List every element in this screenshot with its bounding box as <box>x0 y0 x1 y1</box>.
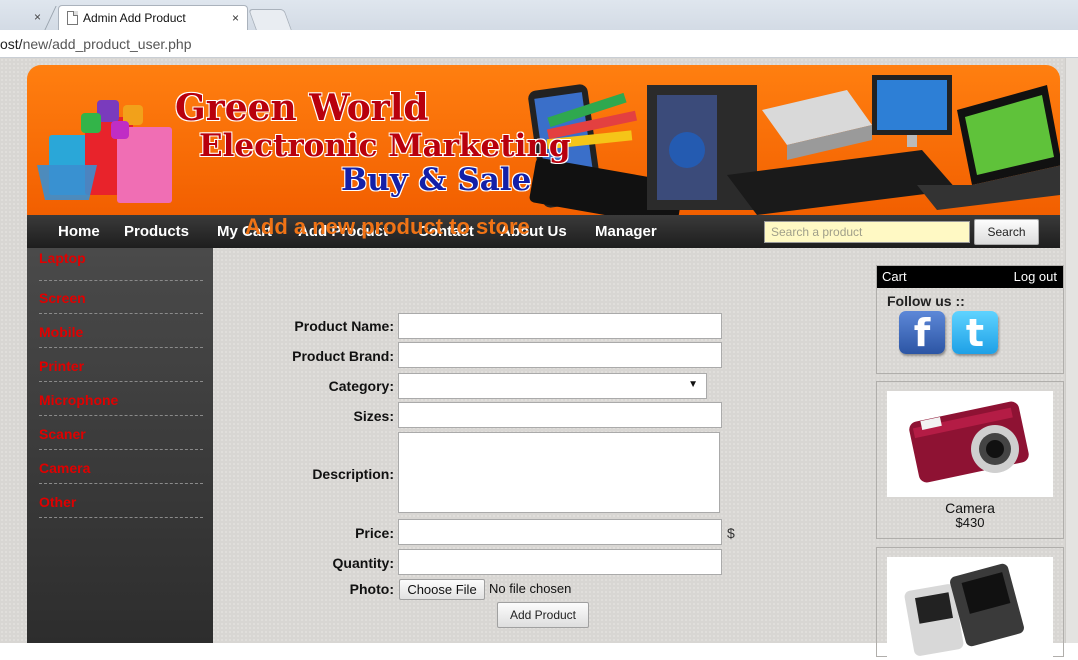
add-product-button[interactable]: Add Product <box>497 602 589 628</box>
quantity-label: Quantity: <box>332 555 394 571</box>
dropdown-arrow-icon: ▼ <box>688 379 698 390</box>
sizes-label: Sizes: <box>353 408 394 424</box>
site-title-line3: Buy & Sale <box>341 162 532 198</box>
monitor-image <box>872 75 952 147</box>
product-name-input[interactable] <box>398 313 722 339</box>
twitter-icon[interactable]: t <box>952 311 998 355</box>
shopping-bags-logo <box>37 100 172 203</box>
nav-home[interactable]: Home <box>58 223 100 240</box>
camera-illustration <box>909 401 1029 483</box>
main-nav: Home Products My Cart Add Product Contac… <box>27 215 1060 248</box>
page-icon <box>67 11 78 25</box>
tab-title: Admin Add Product <box>83 11 186 25</box>
mobile-product-image[interactable] <box>887 557 1053 657</box>
logout-link[interactable]: Log out <box>1014 269 1057 284</box>
tab-divider <box>44 6 57 30</box>
sizes-input[interactable] <box>398 402 722 428</box>
product-brand-label: Product Brand: <box>292 348 394 364</box>
url-host: ost/ <box>0 36 23 52</box>
address-url[interactable]: ost/new/add_product_user.php <box>0 36 192 52</box>
category-laptop[interactable]: Laptop <box>39 250 203 281</box>
close-icon[interactable]: × <box>34 10 41 24</box>
category-select[interactable]: ▼ <box>398 373 707 399</box>
file-status-text: No file chosen <box>489 581 572 596</box>
currency-symbol: $ <box>727 525 735 541</box>
camera-product-image[interactable] <box>887 391 1053 497</box>
nav-manager[interactable]: Manager <box>595 223 657 240</box>
scanner-image <box>762 90 872 160</box>
follow-us-label: Follow us :: <box>887 293 965 309</box>
cart-bar: Cart Log out <box>877 266 1063 288</box>
account-box: Cart Log out Follow us :: f t <box>876 265 1064 374</box>
featured-product-card-2[interactable] <box>876 547 1064 657</box>
nav-products[interactable]: Products <box>124 223 189 240</box>
search-button[interactable]: Search <box>974 219 1039 245</box>
page-title: Add a new product to store <box>245 214 530 239</box>
description-label: Description: <box>312 466 394 482</box>
site-title-line1: Green World <box>175 87 429 129</box>
price-input[interactable] <box>398 519 722 545</box>
address-bar[interactable]: ost/new/add_product_user.php <box>0 30 1078 58</box>
page-scrollbar[interactable] <box>1065 58 1078 643</box>
product-name[interactable]: Camera <box>877 500 1063 516</box>
photo-label: Photo: <box>349 581 394 597</box>
price-label: Price: <box>355 525 394 541</box>
site-title-line2: Electronic Marketing <box>199 128 571 164</box>
browser-tab-strip: × Admin Add Product × <box>0 0 1078 30</box>
category-screen[interactable]: Screen <box>39 281 203 314</box>
facebook-icon[interactable]: f <box>899 311 945 355</box>
product-brand-input[interactable] <box>398 342 722 368</box>
choose-file-button[interactable]: Choose File <box>399 579 485 600</box>
new-tab-button[interactable] <box>248 9 292 30</box>
cart-link[interactable]: Cart <box>882 269 907 284</box>
category-label: Category: <box>328 378 394 394</box>
keyboard-image <box>727 150 957 215</box>
quantity-input[interactable] <box>398 549 722 575</box>
browser-tab-admin-add-product[interactable]: Admin Add Product × <box>58 5 248 30</box>
product-name-label: Product Name: <box>294 318 394 334</box>
search-input[interactable] <box>764 221 970 243</box>
close-tab-icon[interactable]: × <box>232 11 239 25</box>
product-price: $430 <box>955 515 985 530</box>
featured-product-card[interactable]: Camera $430 <box>876 381 1064 539</box>
site-banner: Green World Electronic Marketing Buy & S… <box>27 65 1060 215</box>
phones-illustration <box>904 563 1024 656</box>
category-other[interactable]: Other <box>39 485 203 518</box>
description-textarea[interactable] <box>398 432 720 513</box>
url-path: new/add_product_user.php <box>22 36 192 52</box>
